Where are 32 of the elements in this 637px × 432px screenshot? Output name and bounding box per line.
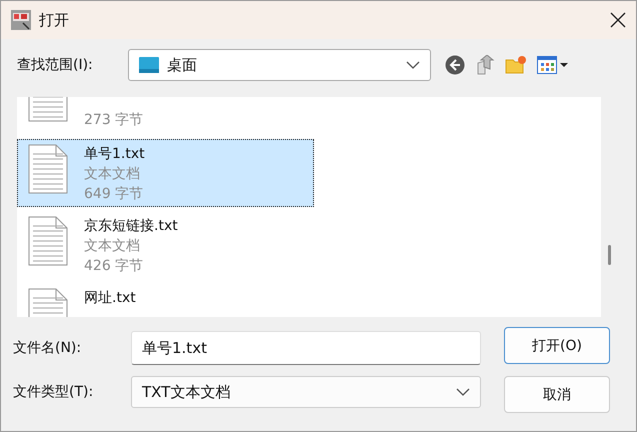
file-size: 273 字节 (84, 111, 144, 130)
chevron-down-icon[interactable] (406, 61, 420, 69)
chevron-down-icon[interactable] (456, 388, 470, 396)
app-icon (11, 10, 31, 30)
file-item[interactable]: 网址.txt (17, 283, 314, 317)
file-type: 文本文档 (84, 237, 141, 256)
cancel-button[interactable]: 取消 (504, 376, 610, 413)
look-in-label: 查找范围(I): (17, 56, 94, 74)
document-icon (28, 216, 68, 266)
window-title: 打开 (39, 10, 70, 30)
file-item[interactable]: 单号1.txt 文本文档 649 字节 (17, 139, 314, 207)
file-item[interactable]: 京东短链接.txt 文本文档 426 字节 (17, 211, 314, 279)
file-type: 文本文档 (84, 165, 141, 184)
close-icon[interactable] (610, 12, 626, 28)
file-name: 京东短链接.txt (84, 217, 178, 236)
file-name-label: 文件名(N): (13, 339, 82, 357)
view-menu-icon[interactable] (537, 56, 569, 74)
desktop-icon (139, 57, 159, 73)
file-type-label: 文件类型(T): (13, 383, 94, 401)
back-icon[interactable] (445, 55, 465, 75)
file-size: 649 字节 (84, 185, 144, 204)
file-size: 426 字节 (84, 257, 144, 276)
file-name: 单号1.txt (84, 145, 145, 164)
file-name-field[interactable]: 单号1.txt (131, 331, 481, 365)
scrollbar-thumb[interactable] (608, 245, 611, 265)
look-in-dropdown[interactable]: 桌面 (128, 49, 431, 81)
file-type-dropdown[interactable]: TXT文本文档 (131, 376, 481, 408)
up-folder-icon[interactable] (475, 55, 495, 75)
file-name: 网址.txt (84, 289, 136, 308)
open-button[interactable]: 打开(O) (504, 327, 610, 364)
document-icon (28, 144, 68, 194)
new-folder-icon[interactable] (505, 55, 527, 75)
